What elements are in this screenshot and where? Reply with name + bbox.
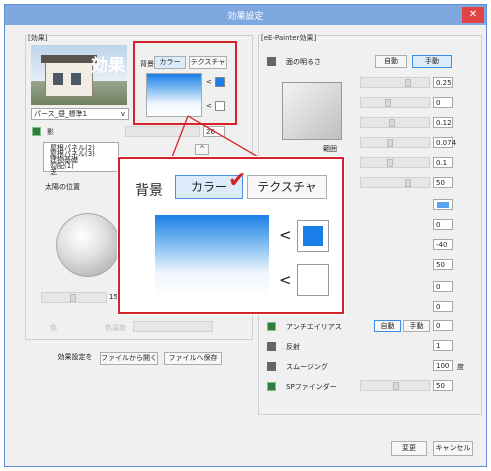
smoothing-value[interactable]: 100 <box>433 360 453 371</box>
value-field-5[interactable]: 50 <box>433 177 453 188</box>
value-field-4[interactable]: 0.1 <box>433 157 453 168</box>
smoothing-label: スムージング <box>286 363 328 371</box>
epainter-group-label: [eE-Painter効果] <box>260 33 318 43</box>
color-label: 色 <box>50 324 57 332</box>
shadow-label: 影 <box>47 128 54 136</box>
shadow-slider[interactable] <box>125 126 200 137</box>
chevron-down-icon: v <box>120 110 125 118</box>
value-slider-3[interactable] <box>360 137 430 148</box>
save-file-button[interactable]: ファイルへ保存 <box>164 352 222 365</box>
sp-finder-label: SPファインダー <box>286 383 337 391</box>
parts-checklist: 屋根パネル(2) 屋根パネル(3) 建物基礎 勾配(1) 芝 <box>43 142 119 176</box>
bg-bottom-color-swatch[interactable] <box>297 264 329 296</box>
smoothing-unit: 度 <box>457 363 464 371</box>
antialias-icon <box>267 322 276 331</box>
sp-finder-value[interactable]: 50 <box>433 380 453 391</box>
effect-settings-button[interactable]: 効果設定を <box>53 352 97 365</box>
reflection-icon <box>267 342 276 351</box>
sun-position-label: 太陽の位置 <box>45 183 80 191</box>
color-temp-slider[interactable] <box>133 321 213 332</box>
slider-thumb[interactable] <box>387 139 393 147</box>
bg-tab-texture[interactable]: テクスチャ <box>247 175 327 199</box>
value-slider-1[interactable] <box>360 97 430 108</box>
bg-top-color-swatch[interactable] <box>297 220 329 252</box>
house-window <box>71 73 81 85</box>
check-item[interactable]: 芝 <box>50 167 57 178</box>
effect-group-label: [効果] <box>27 33 49 43</box>
reflection-value[interactable]: 1 <box>433 340 453 351</box>
value-field-1[interactable]: 0 <box>433 97 453 108</box>
sun-slider-thumb[interactable] <box>70 294 76 302</box>
sun-slider[interactable] <box>41 292 107 303</box>
brightness-manual-button[interactable]: 手動 <box>412 55 452 68</box>
arrow-bottom: < <box>279 271 292 289</box>
cube-preview <box>282 82 342 140</box>
antialias-auto-button[interactable]: 自動 <box>374 320 401 332</box>
shadow-icon <box>32 127 41 136</box>
color-swatch <box>437 202 449 208</box>
brightness-icon <box>267 57 276 66</box>
sun-value: 15 <box>109 293 118 301</box>
antialias-value[interactable]: 0 <box>433 320 453 331</box>
sp-finder-icon <box>267 382 276 391</box>
preset-select-value: パース_昼_標準1 <box>34 110 88 118</box>
preview-text: 効果 <box>91 56 125 76</box>
value-slider-0[interactable] <box>360 77 430 88</box>
bg-label: 背景 <box>135 183 163 199</box>
open-file-button[interactable]: ファイルから開く <box>100 352 158 365</box>
value-slider-2[interactable] <box>360 117 430 128</box>
antialias-label: アンチエイリアス <box>286 323 342 331</box>
bg-gradient-preview <box>155 215 269 297</box>
value-field-9[interactable]: 50 <box>433 259 453 270</box>
house-roof <box>41 55 97 63</box>
check-mark: ✔ <box>228 168 247 193</box>
antialias-manual-button[interactable]: 手動 <box>403 320 430 332</box>
value-field-7[interactable]: 0 <box>433 219 453 230</box>
highlight-frame <box>133 41 237 125</box>
slider-thumb[interactable] <box>405 179 411 187</box>
sp-finder-slider[interactable] <box>360 380 430 391</box>
slider-thumb[interactable] <box>385 99 391 107</box>
value-field-0[interactable]: 0.25 <box>433 77 453 88</box>
value-field-11[interactable]: 0 <box>433 301 453 312</box>
slider-thumb[interactable] <box>389 119 395 127</box>
value-field-2[interactable]: 0.12 <box>433 117 453 128</box>
shadow-value[interactable]: 26 <box>203 126 225 137</box>
bg-tab-color-label: カラー <box>190 180 227 194</box>
brightness-auto-button[interactable]: 自動 <box>375 55 407 68</box>
house-window <box>53 73 63 85</box>
sun-position-globe[interactable] <box>56 213 120 277</box>
value-field-8[interactable]: -40 <box>433 239 453 250</box>
top-color-fill <box>303 226 323 246</box>
reflection-label: 反射 <box>286 343 300 351</box>
preset-select[interactable]: パース_昼_標準1 v <box>31 108 129 120</box>
title-bar: 効果設定 ✕ <box>5 5 486 25</box>
smoothing-icon <box>267 362 276 371</box>
arrow-top: < <box>279 226 292 244</box>
effect-preview-image: 効果 <box>31 45 127 105</box>
value-slider-5[interactable] <box>360 177 430 188</box>
value-field-6[interactable] <box>433 199 453 210</box>
slider-thumb[interactable] <box>393 382 399 390</box>
value-slider-4[interactable] <box>360 157 430 168</box>
slider-thumb[interactable] <box>405 79 411 87</box>
bg-tab-texture-label: テクスチャ <box>257 180 317 194</box>
value-field-3[interactable]: 0.074 <box>433 137 456 148</box>
apply-button[interactable]: 変更 <box>391 441 427 456</box>
zoom-callout: 背景 カラー ✔ テクスチャ < < <box>118 157 344 314</box>
value-field-10[interactable]: 0 <box>433 281 453 292</box>
brightness-label: 面の明るさ <box>286 58 321 66</box>
color-temp-label: 色温度 <box>105 324 126 332</box>
range-label: 範囲 <box>323 145 337 153</box>
close-button[interactable]: ✕ <box>462 7 484 23</box>
scroll-up-button[interactable]: ^ <box>195 144 209 155</box>
slider-thumb[interactable] <box>387 159 393 167</box>
window-title: 効果設定 <box>227 12 264 22</box>
cancel-button[interactable]: キャンセル <box>433 441 473 456</box>
